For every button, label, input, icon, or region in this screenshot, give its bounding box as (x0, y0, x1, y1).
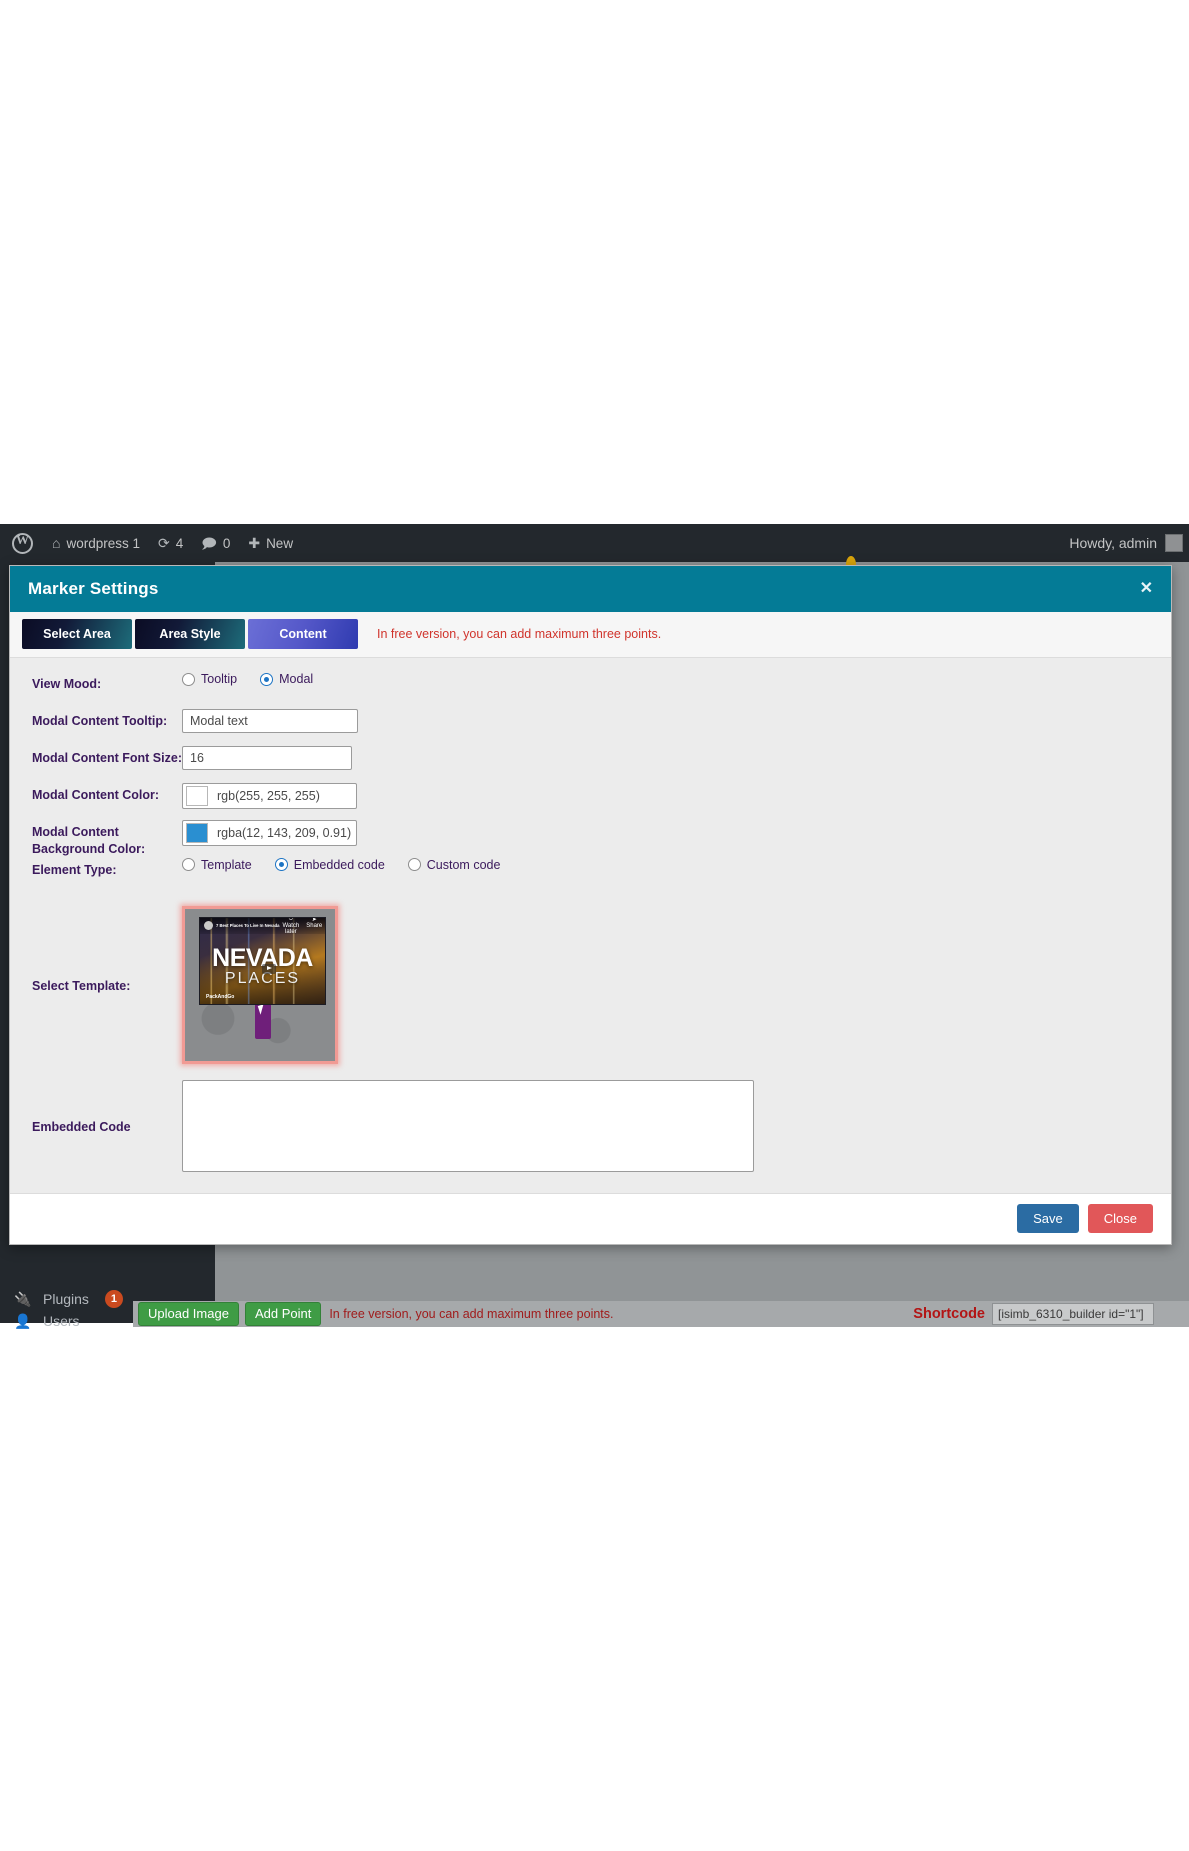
video-brand: PackAndGo (206, 993, 235, 1000)
channel-avatar (204, 921, 213, 931)
modal-tabs: Select Area Area Style Content In free v… (10, 612, 1171, 658)
tab-area-style[interactable]: Area Style (135, 619, 245, 649)
radio-icon (182, 858, 195, 872)
radio-icon (407, 858, 421, 872)
comment-icon: 🗩 (201, 535, 217, 551)
comments-button[interactable]: 🗩 0 (192, 524, 239, 562)
save-button[interactable]: Save (1017, 1204, 1079, 1234)
modal-content-font-size-input[interactable] (182, 746, 352, 770)
new-content-button[interactable]: ✚ New (239, 524, 302, 562)
updates-count: 4 (175, 535, 184, 551)
row-element-type: Element Type: Template Embedded code Cus… (10, 858, 1171, 895)
wordpress-logo-icon (12, 532, 33, 554)
radio-icon (260, 672, 274, 686)
free-version-note: In free version, you can add maximum thr… (377, 627, 662, 641)
row-modal-content-background-color: Modal Content Background Color: rgba(12,… (10, 820, 1171, 858)
account-menu[interactable]: Howdy, admin (1069, 534, 1189, 552)
radio-label: Tooltip (201, 672, 238, 686)
new-label: New (266, 535, 294, 551)
modal-content-background-color-label: Modal Content Background Color: (32, 825, 146, 856)
comments-count: 0 (222, 535, 231, 551)
map-builder-toolbar: Upload Image Add Point In free version, … (133, 1301, 1189, 1327)
embedded-code-label: Embedded Code (32, 1120, 131, 1135)
radio-view-mood-tooltip[interactable]: Tooltip (182, 672, 237, 686)
free-version-note: In free version, you can add maximum thr… (329, 1307, 614, 1321)
add-point-button[interactable]: Add Point (244, 1301, 322, 1327)
avatar (1165, 534, 1183, 552)
element-type-radio-group: Template Embedded code Custom code (182, 858, 516, 872)
wp-logo-button[interactable] (0, 524, 43, 562)
modal-header: Marker Settings ✕ (10, 566, 1171, 612)
screenshot-root: ⌂ wordpress 1 ⟳ 4 🗩 0 ✚ New Howdy, admin… (0, 0, 1189, 1851)
embedded-code-textarea[interactable] (182, 1079, 754, 1172)
radio-label: Template (201, 857, 252, 872)
video-title-bar: 7 Best Places To Live In Nevada ⏱ Watch l… (200, 917, 325, 936)
modal-title: Marker Settings (28, 579, 159, 598)
radio-element-type-custom-code[interactable]: Custom code (407, 857, 501, 872)
play-icon[interactable] (262, 963, 276, 974)
modal-content-font-size-label: Modal Content Font Size: (32, 751, 182, 765)
row-modal-content-color: Modal Content Color: rgb(255, 255, 255) (10, 783, 1171, 820)
site-name-button[interactable]: ⌂ wordpress 1 (43, 524, 149, 562)
close-icon[interactable]: ✕ (1140, 581, 1153, 597)
modal-content-tooltip-label: Modal Content Tooltip: (32, 714, 168, 728)
modal-content-color-label: Modal Content Color: (32, 788, 160, 802)
tab-select-area[interactable]: Select Area (22, 619, 132, 649)
home-icon: ⌂ (52, 535, 61, 551)
close-button[interactable]: Close (1087, 1204, 1153, 1234)
shortcode-group: Shortcode (913, 1303, 1189, 1325)
row-modal-content-tooltip: Modal Content Tooltip: (10, 709, 1171, 746)
modal-footer: Save Close (10, 1192, 1171, 1244)
tab-content[interactable]: Content (248, 619, 358, 649)
video-title: 7 Best Places To Live In Nevada (216, 923, 280, 929)
share-action: ➤ Share (306, 918, 323, 936)
howdy-label: Howdy, admin (1069, 535, 1157, 551)
video-actions: ⏱ Watch later ➤ Share (282, 918, 323, 936)
updates-icon: ⟳ (158, 535, 170, 551)
modal-content-background-color-picker[interactable]: rgba(12, 143, 209, 0.91) (182, 820, 357, 846)
row-modal-content-font-size: Modal Content Font Size: (10, 746, 1171, 783)
user-icon: 👤 (14, 1312, 32, 1329)
color-value: rgb(255, 255, 255) (217, 789, 320, 803)
modal-content-tooltip-input[interactable] (182, 709, 358, 733)
radio-view-mood-modal[interactable]: Modal (260, 672, 313, 686)
wp-admin-bar: ⌂ wordpress 1 ⟳ 4 🗩 0 ✚ New Howdy, admin (0, 524, 1189, 562)
updates-button[interactable]: ⟳ 4 (149, 524, 192, 562)
row-view-mood: View Mood: Tooltip Modal (10, 672, 1171, 709)
radio-label: Modal (279, 672, 314, 686)
shortcode-label: Shortcode (913, 1306, 985, 1322)
color-swatch (186, 823, 208, 843)
radio-icon (182, 672, 195, 686)
radio-label: Embedded code (293, 857, 385, 872)
view-mood-label: View Mood: (32, 677, 102, 691)
radio-label: Custom code (426, 857, 501, 872)
template-thumbnail-selected[interactable]: 7 Best Places To Live In Nevada ⏱ Watch l… (182, 905, 338, 1064)
color-swatch (186, 786, 208, 806)
share-label: Share (306, 923, 323, 930)
element-type-label: Element Type: (32, 862, 117, 877)
sidebar-item-label: Users (43, 1313, 80, 1329)
select-template-label: Select Template: (32, 979, 131, 994)
radio-element-type-template[interactable]: Template (182, 858, 252, 872)
radio-element-type-embedded-code[interactable]: Embedded code (274, 857, 385, 872)
video-preview: 7 Best Places To Live In Nevada ⏱ Watch l… (199, 916, 326, 1005)
row-embedded-code: Embedded Code (10, 1075, 1171, 1193)
modal-body: View Mood: Tooltip Modal Modal Content T… (10, 658, 1171, 1193)
row-select-template: Select Template: 7 Best Places To Live I… (10, 895, 1171, 1075)
watch-later-label: Watch later (282, 923, 300, 936)
plus-icon: ✚ (248, 535, 261, 551)
marker-settings-modal: Marker Settings ✕ Select Area Area Style… (9, 565, 1172, 1245)
view-mood-radio-group: Tooltip Modal (182, 672, 329, 686)
radio-icon (274, 858, 288, 872)
site-name-label: wordpress 1 (66, 535, 141, 551)
upload-image-button[interactable]: Upload Image (138, 1301, 239, 1327)
modal-content-color-picker[interactable]: rgb(255, 255, 255) (182, 783, 357, 809)
watch-later-action: ⏱ Watch later (282, 918, 300, 936)
shortcode-input[interactable] (992, 1303, 1154, 1325)
color-value: rgba(12, 143, 209, 0.91) (217, 826, 352, 840)
